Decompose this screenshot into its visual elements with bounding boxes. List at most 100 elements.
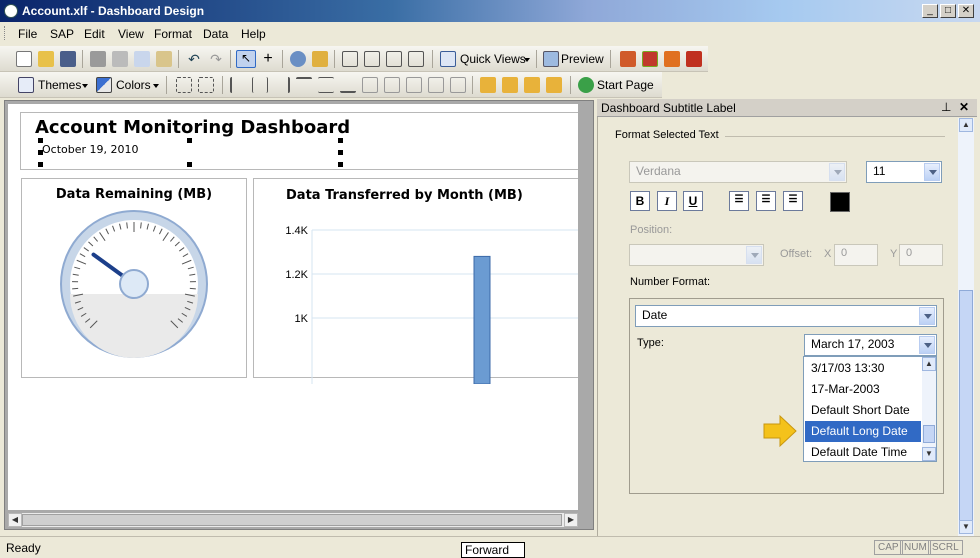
ungroup-icon[interactable]: [364, 51, 380, 67]
chevron-down-icon[interactable]: [82, 84, 88, 88]
scroll-right-button[interactable]: ▶: [564, 513, 578, 527]
dashboard-canvas[interactable]: Account Monitoring Dashboard October 19,…: [8, 104, 578, 510]
themes-button[interactable]: Themes: [38, 78, 81, 92]
panel-scrollbar[interactable]: ▲ ▼: [958, 118, 974, 536]
start-page-button[interactable]: Start Page: [597, 78, 654, 92]
preview-icon[interactable]: [543, 51, 559, 67]
quick-views-button[interactable]: Quick Views: [460, 52, 526, 66]
colors-icon[interactable]: [96, 77, 112, 93]
space-h-icon[interactable]: [406, 77, 422, 93]
menu-edit[interactable]: Edit: [84, 27, 105, 41]
group-icon[interactable]: [342, 51, 358, 67]
chevron-down-icon[interactable]: [919, 336, 935, 354]
type-option[interactable]: Default Short Date: [805, 400, 921, 421]
selection-handle[interactable]: [187, 162, 192, 167]
dropdown-scroll-up[interactable]: ▲: [922, 357, 936, 371]
text-color-swatch[interactable]: [830, 192, 850, 212]
panel-scroll-down[interactable]: ▼: [959, 520, 973, 534]
bold-button[interactable]: B: [630, 191, 650, 211]
fit-icon[interactable]: [386, 51, 402, 67]
space-v-icon[interactable]: [428, 77, 444, 93]
selection-handle[interactable]: [38, 150, 43, 155]
offset-y-input[interactable]: 0: [899, 244, 943, 266]
pdf-icon[interactable]: [686, 51, 702, 67]
menu-help[interactable]: Help: [241, 27, 266, 41]
chevron-down-icon[interactable]: [153, 84, 159, 88]
undo-icon[interactable]: ↶: [186, 51, 202, 67]
offset-x-input[interactable]: 0: [834, 244, 878, 266]
selection-handle[interactable]: [187, 138, 192, 143]
type-option-selected[interactable]: Default Long Date: [805, 421, 921, 442]
type-select[interactable]: March 17, 2003: [804, 334, 937, 356]
publish-icon[interactable]: [620, 51, 636, 67]
ungroup-canvas-icon[interactable]: [198, 77, 214, 93]
send-back-icon[interactable]: [502, 77, 518, 93]
font-size-select[interactable]: 11: [866, 161, 942, 183]
menu-file[interactable]: File: [18, 27, 37, 41]
minimize-button[interactable]: _: [922, 4, 938, 18]
panel-scroll-thumb[interactable]: [959, 290, 973, 522]
dashboard-title[interactable]: Account Monitoring Dashboard: [35, 117, 350, 138]
align-right-button[interactable]: ☰: [783, 191, 803, 211]
paste-icon[interactable]: [156, 51, 172, 67]
chevron-down-icon[interactable]: [919, 307, 935, 325]
same-size-icon[interactable]: [450, 77, 466, 93]
selection-handle[interactable]: [338, 150, 343, 155]
align-left-icon[interactable]: [230, 77, 246, 93]
underline-button[interactable]: U: [683, 191, 703, 211]
selection-handle[interactable]: [38, 138, 43, 143]
bar-chart[interactable]: 1.4K1.2K1K: [268, 224, 578, 384]
chevron-down-icon[interactable]: [829, 163, 845, 181]
new-icon[interactable]: [16, 51, 32, 67]
type-dropdown-list[interactable]: 3/17/03 13:30 17-Mar-2003 Default Short …: [803, 356, 937, 462]
save-icon[interactable]: [60, 51, 76, 67]
align-top-icon[interactable]: [296, 77, 312, 93]
align-center-button[interactable]: ☰: [756, 191, 776, 211]
align-middle-icon[interactable]: [318, 77, 334, 93]
panel-scroll-up[interactable]: ▲: [959, 118, 973, 132]
ppt-icon[interactable]: [664, 51, 680, 67]
close-panel-icon[interactable]: ✕: [959, 100, 969, 114]
preview-button[interactable]: Preview: [561, 52, 604, 66]
group-canvas-icon[interactable]: [176, 77, 192, 93]
selection-handle[interactable]: [338, 138, 343, 143]
gauge-chart[interactable]: [58, 208, 210, 360]
flash-icon[interactable]: [642, 51, 658, 67]
type-option[interactable]: Default Date Time: [805, 442, 921, 463]
pointer-icon[interactable]: ↖: [236, 50, 256, 68]
send-backward-icon[interactable]: [546, 77, 562, 93]
bring-front-icon[interactable]: [480, 77, 496, 93]
maximize-button[interactable]: □: [940, 4, 956, 18]
bring-forward-icon[interactable]: [524, 77, 540, 93]
scroll-thumb[interactable]: [22, 514, 562, 526]
resize-icon[interactable]: [408, 51, 424, 67]
align-bottom-icon[interactable]: [340, 77, 356, 93]
align-left-button[interactable]: ☰: [729, 191, 749, 211]
globe-icon[interactable]: [290, 51, 306, 67]
distribute-h-icon[interactable]: [362, 77, 378, 93]
cut-icon[interactable]: [112, 51, 128, 67]
type-option[interactable]: 3/17/03 13:30: [805, 358, 921, 379]
menu-format[interactable]: Format: [154, 27, 192, 41]
dropdown-scroll-thumb[interactable]: [923, 425, 935, 443]
menu-data[interactable]: Data: [203, 27, 228, 41]
chevron-down-icon[interactable]: [746, 246, 762, 264]
selection-handle[interactable]: [338, 162, 343, 167]
themes-icon[interactable]: [18, 77, 34, 93]
chevron-down-icon[interactable]: [924, 163, 940, 181]
quick-views-icon[interactable]: [440, 51, 456, 67]
redo-icon[interactable]: ↷: [208, 51, 224, 67]
dashboard-subtitle[interactable]: October 19, 2010: [42, 143, 139, 156]
export-icon[interactable]: [312, 51, 328, 67]
font-name-select[interactable]: Verdana: [629, 161, 847, 183]
canvas-horizontal-scrollbar[interactable]: ◀ ▶: [8, 513, 578, 527]
close-button[interactable]: ✕: [958, 4, 974, 18]
copy-icon[interactable]: [134, 51, 150, 67]
pin-icon[interactable]: ⊥: [941, 100, 951, 114]
open-icon[interactable]: [38, 51, 54, 67]
align-right-icon[interactable]: [274, 77, 290, 93]
crosshair-icon[interactable]: +: [260, 51, 276, 67]
italic-button[interactable]: I: [657, 191, 677, 211]
selection-handle[interactable]: [38, 162, 43, 167]
chevron-down-icon[interactable]: [524, 58, 530, 62]
